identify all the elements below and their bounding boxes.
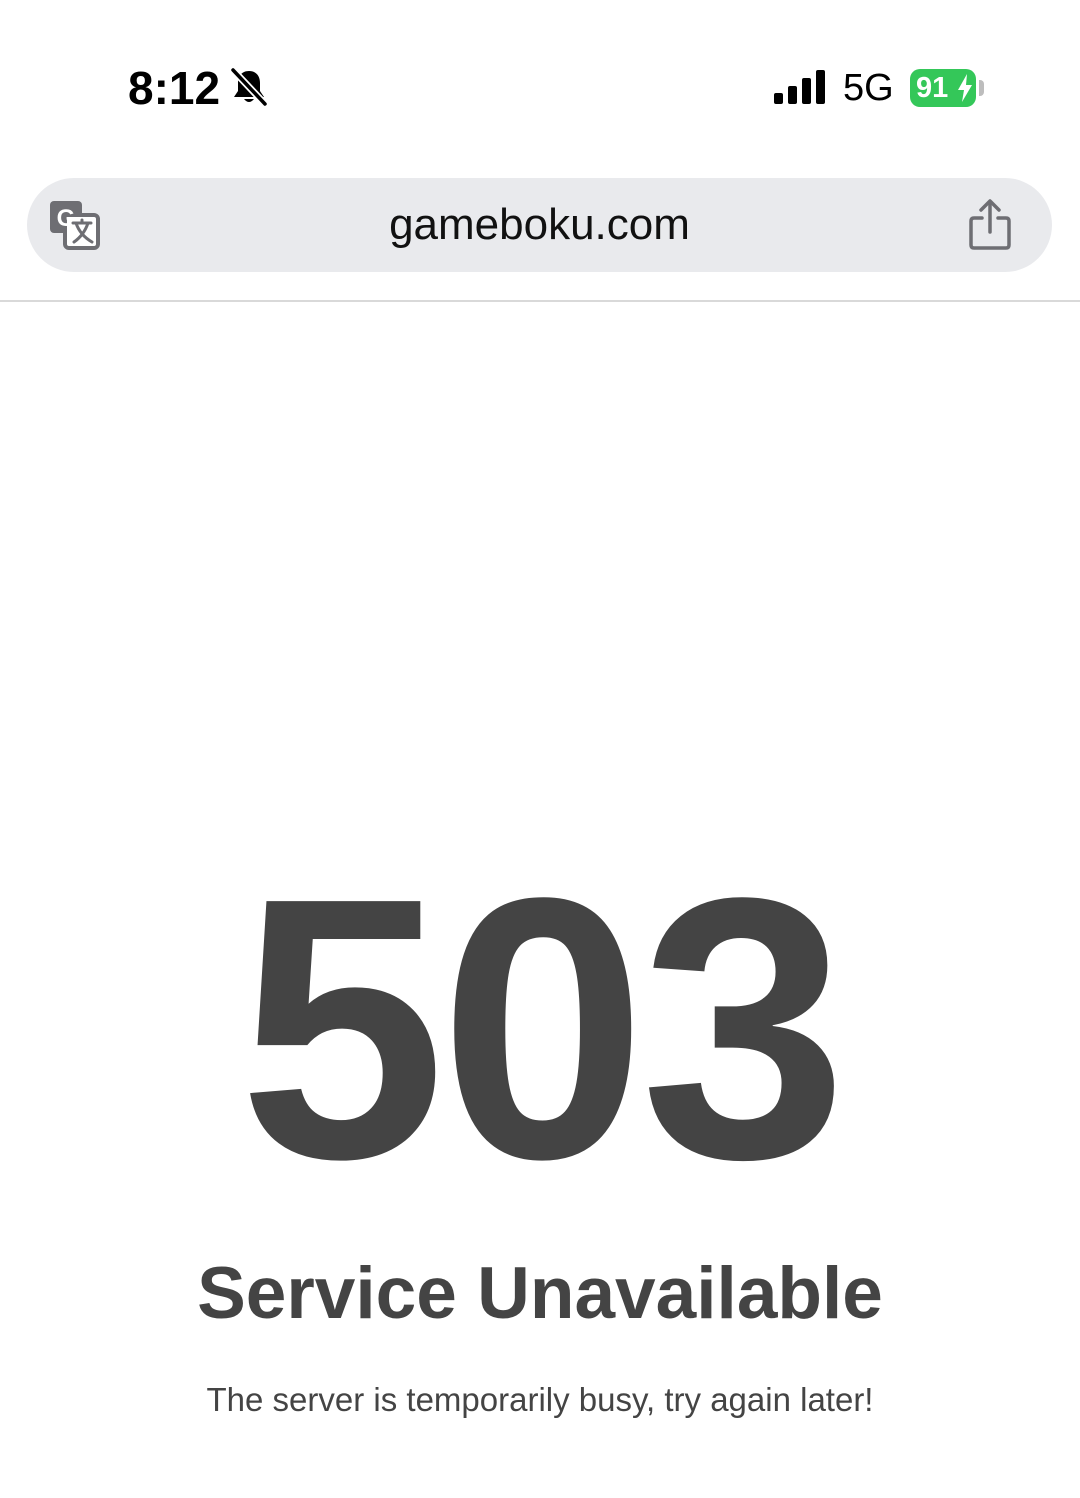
network-type-label: 5G <box>843 67 894 109</box>
error-code: 503 <box>238 820 848 1236</box>
signal-bars-icon <box>774 70 825 104</box>
share-icon[interactable] <box>967 198 1013 252</box>
battery-nub <box>979 80 984 96</box>
bell-slash-icon <box>229 66 269 108</box>
toolbar-divider <box>0 300 1080 302</box>
error-message: The server is temporarily busy, try agai… <box>206 1381 874 1418</box>
error-title: Service Unavailable <box>197 1253 883 1334</box>
url-text[interactable]: gameboku.com <box>27 200 1052 250</box>
status-bar: 8:12 5G 91 <box>0 0 1080 160</box>
status-time: 8:12 <box>128 62 221 114</box>
battery-percent: 91 <box>916 72 949 104</box>
battery-indicator: 91 <box>910 69 976 107</box>
address-bar[interactable]: G gameboku.com <box>27 178 1052 272</box>
bolt-icon <box>958 74 972 102</box>
